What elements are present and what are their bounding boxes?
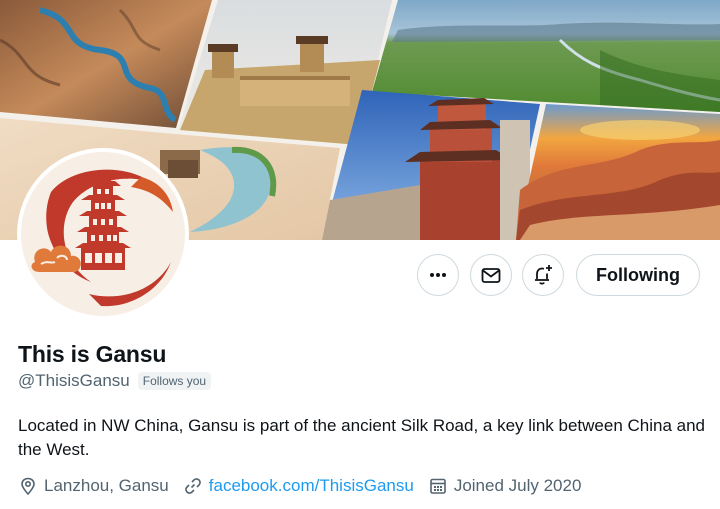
calendar-icon [430,478,446,494]
following-button[interactable]: Following [576,254,700,296]
location-text: Lanzhou, Gansu [44,476,169,495]
joined-text: Joined July 2020 [453,476,582,495]
handle-row: @ThisisGansu Follows you [18,371,212,391]
website-link[interactable]: facebook.com/ThisisGansu [209,476,414,496]
avatar[interactable] [17,148,189,320]
more-icon [430,273,446,277]
profile-meta-row: Lanzhou, Gansu facebook.com/ThisisGansu … [18,476,595,496]
location-pin-icon [21,477,35,496]
notifications-button[interactable] [522,254,564,296]
website-item[interactable]: facebook.com/ThisisGansu [183,476,414,496]
follows-you-badge: Follows you [137,372,212,390]
profile-name: This is Gansu [18,341,167,367]
gansu-logo-image [21,152,185,316]
location-item: Lanzhou, Gansu [18,476,169,496]
more-button[interactable] [417,254,459,296]
profile-handle: @ThisisGansu [18,371,130,390]
joined-item: Joined July 2020 [428,476,582,496]
envelope-icon [481,268,501,283]
bell-plus-icon [535,265,552,285]
profile-bio: Located in NW China, Gansu is part of th… [18,416,705,459]
link-icon [184,478,201,494]
message-button[interactable] [470,254,512,296]
